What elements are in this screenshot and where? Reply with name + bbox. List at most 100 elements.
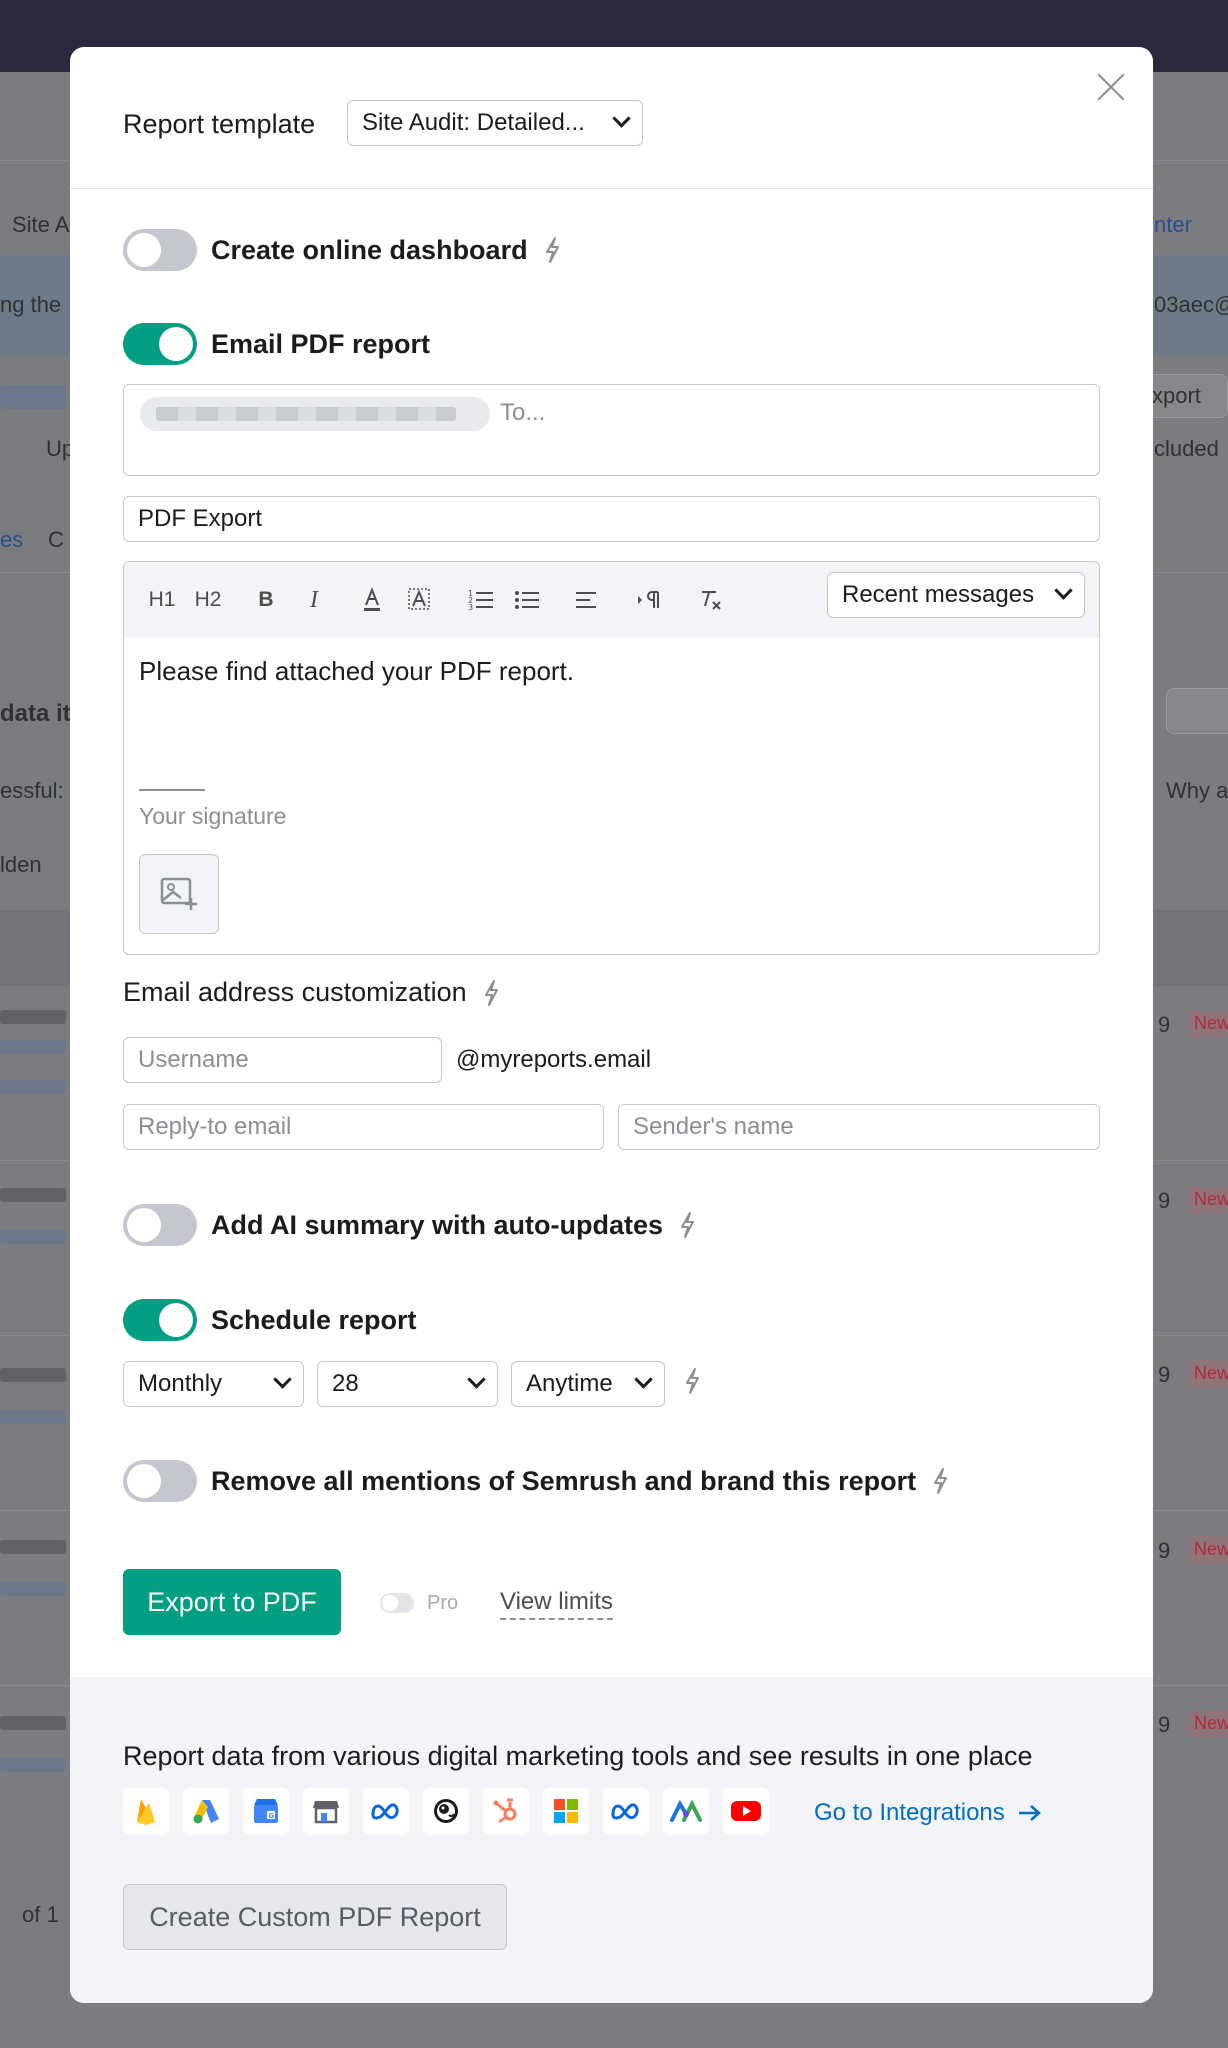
bg-link-center: nter [1154,212,1192,237]
create-custom-pdf-report-button[interactable]: Create Custom PDF Report [123,1884,507,1950]
add-image-button[interactable] [139,854,219,934]
bullet-list-icon[interactable] [514,586,540,614]
message-body[interactable]: Please find attached your PDF report. [139,656,574,687]
chevron-down-icon [273,1370,292,1389]
schedule-frequency-select[interactable]: Monthly [123,1361,304,1407]
export-pdf-modal: Report template Site Audit: Detailed... … [70,47,1153,2003]
bg-row-number: 9 [1158,1012,1171,1037]
bg-row-blur [0,1230,66,1244]
branding-row: Remove all mentions of Semrush and brand… [123,1460,950,1502]
username-input[interactable]: Username [123,1037,442,1083]
view-limits-link[interactable]: View limits [500,1588,613,1620]
bg-blurred-title [0,385,66,409]
reply-to-input[interactable]: Reply-to email [123,1104,604,1150]
bg-row-blur [0,1410,66,1424]
report-template-select[interactable]: Site Audit: Detailed... [347,100,643,146]
bg-tab-site: Site A [12,212,70,237]
heading-1-icon[interactable]: H1 [148,586,176,614]
youtube-icon [723,1788,769,1834]
bg-included-text: cluded [1154,436,1219,461]
ordered-list-icon[interactable]: 123 [468,586,494,614]
go-to-integrations-link[interactable]: Go to Integrations [814,1799,1043,1827]
create-dashboard-row: Create online dashboard [123,229,562,271]
highlight-icon[interactable] [407,586,431,614]
ai-summary-label: Add AI summary with auto-updates [211,1209,664,1240]
recipients-field[interactable]: To... [123,384,1100,476]
google-ads-icon [183,1788,229,1834]
schedule-row: Schedule report [123,1299,417,1341]
sender-name-placeholder: Sender's name [633,1113,794,1140]
bg-eye-button [1166,688,1228,734]
bg-why-text: Why a [1166,778,1228,803]
branding-label: Remove all mentions of Semrush and brand… [211,1465,917,1496]
bg-row-blur [0,1040,66,1054]
ai-summary-toggle[interactable] [123,1204,197,1246]
bg-new-badge: New [1188,1010,1228,1038]
text-direction-icon[interactable] [636,586,662,614]
recent-messages-dropdown[interactable]: Recent messages [827,572,1085,618]
bg-row-number: 9 [1158,1712,1171,1737]
analytics-icon [663,1788,709,1834]
pro-toggle [380,1593,414,1613]
chevron-down-icon [612,109,631,128]
editor-toolbar: H1 H2 B I 123 Recent messages [124,562,1099,638]
bg-new-badge: New [1188,1360,1228,1388]
mailchimp-icon [423,1788,469,1834]
recipients-placeholder: To... [500,399,546,426]
bg-banner-email: 03aec@ [1154,292,1228,317]
signature-divider [139,789,205,791]
report-template-value: Site Audit: Detailed... [362,109,585,136]
bg-row-blur [0,1188,66,1202]
email-pdf-toggle[interactable] [123,323,197,365]
google-business-profile-icon: G [243,1788,289,1834]
create-dashboard-label: Create online dashboard [211,234,528,265]
signature-placeholder[interactable]: Your signature [139,803,286,830]
bold-icon[interactable]: B [254,586,278,614]
bg-row-number: 9 [1158,1188,1171,1213]
bg-data-heading: data it [0,700,71,727]
close-icon[interactable] [1091,67,1131,107]
schedule-frequency-value: Monthly [138,1370,223,1397]
lightning-icon [481,979,501,1007]
integrations-footer: Report data from various digital marketi… [70,1677,1153,2003]
bg-export-label: xport [1152,383,1201,408]
sender-name-input[interactable]: Sender's name [618,1104,1100,1150]
schedule-day-select[interactable]: 28 [317,1361,498,1407]
export-to-pdf-button[interactable]: Export to PDF [123,1569,341,1635]
schedule-toggle[interactable] [123,1299,197,1341]
bg-row-number: 9 [1158,1362,1171,1387]
hubspot-icon [483,1788,529,1834]
create-dashboard-toggle[interactable] [123,229,197,271]
modal-header: Report template Site Audit: Detailed... [70,47,1153,189]
message-editor[interactable]: H1 H2 B I 123 Recent messages Please fin… [123,561,1100,955]
bg-row-number: 9 [1158,1538,1171,1563]
bg-row-blur [0,1368,66,1382]
go-to-integrations-label: Go to Integrations [814,1799,1005,1826]
align-icon[interactable] [574,586,598,614]
text-color-icon[interactable] [360,586,384,614]
store-icon [303,1788,349,1834]
bg-tab-es: es [0,527,24,552]
microsoft-ads-icon [543,1788,589,1834]
svg-text:3: 3 [468,603,473,612]
clear-format-icon[interactable] [698,586,724,614]
schedule-time-select[interactable]: Anytime [511,1361,665,1407]
bg-row-blur [0,1716,66,1730]
recipient-chip[interactable] [140,397,490,431]
heading-2-icon[interactable]: H2 [194,586,222,614]
bg-row-blur [0,1758,66,1772]
bg-row-blur [0,1582,66,1596]
schedule-label: Schedule report [211,1304,417,1335]
bg-pagination: of 1 [22,1902,59,1927]
firebase-icon [123,1788,169,1834]
svg-text:G: G [269,1812,275,1820]
meta-ads-icon [603,1788,649,1834]
bg-new-badge: New [1188,1186,1228,1214]
branding-toggle[interactable] [123,1460,197,1502]
meta-icon [363,1788,409,1834]
italic-icon[interactable]: I [302,586,326,614]
arrow-right-icon [1018,1805,1041,1821]
chevron-down-icon [634,1370,653,1389]
subject-input[interactable]: PDF Export [123,496,1100,542]
bg-banner-text: ng the [0,292,62,317]
